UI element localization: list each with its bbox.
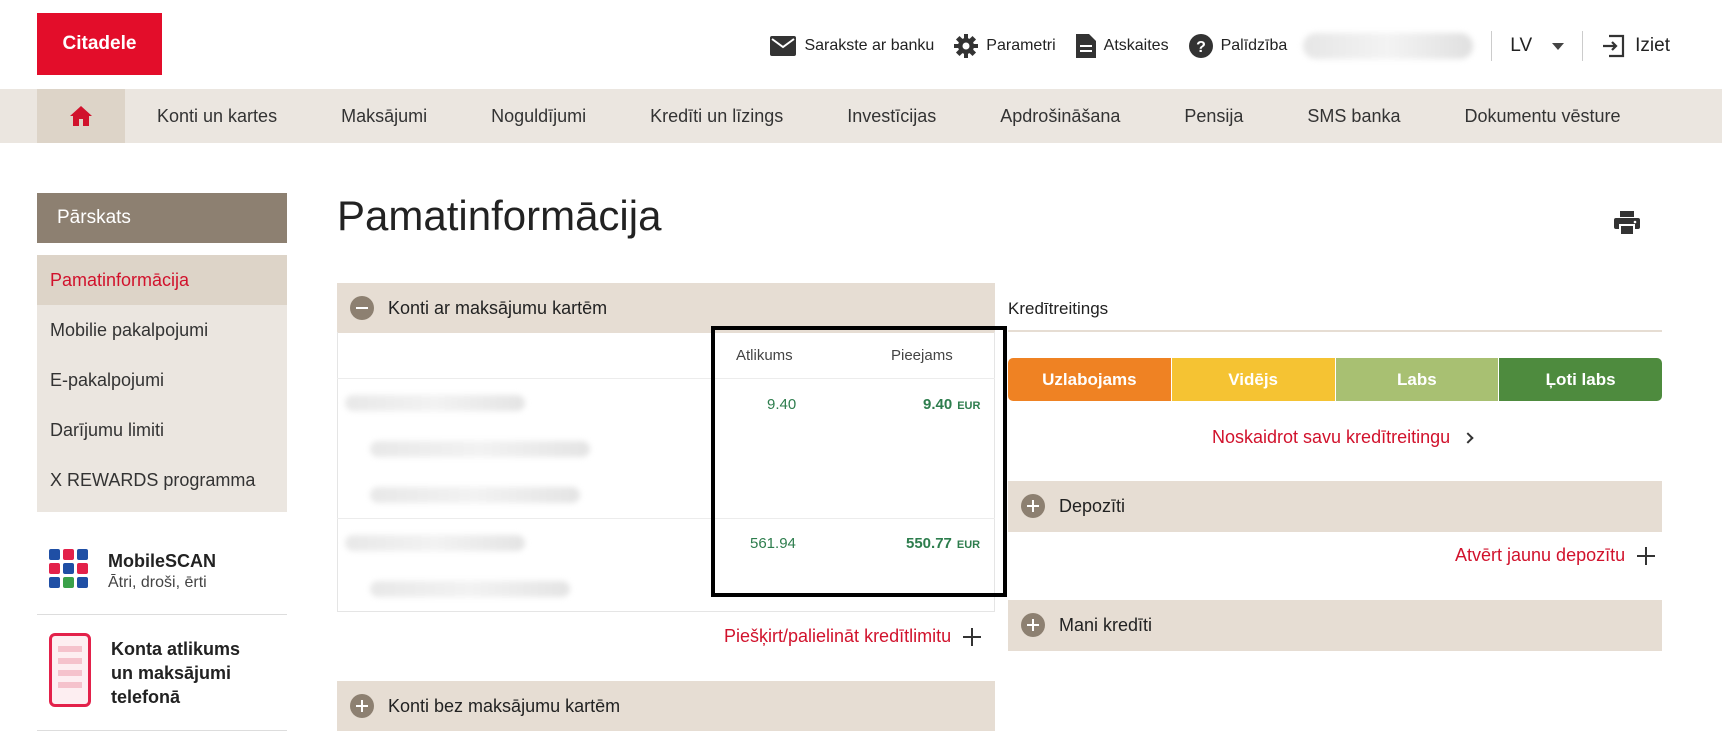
check-rating-label: Noskaidrot savu kredītreitingu [1212, 427, 1451, 447]
rating-level-good: Labs [1335, 358, 1500, 401]
expand-icon [1021, 494, 1045, 518]
loans-divider [1008, 650, 1662, 651]
loans-title: Mani kredīti [1059, 614, 1153, 635]
nav-item-loans-leasing[interactable]: Kredīti un līzings [618, 106, 815, 127]
settings-link[interactable]: Parametri [954, 34, 1056, 58]
mobilescan-subtitle: Ātri, droši, ērti [108, 574, 207, 591]
card-number-blurred [370, 487, 580, 503]
credit-limit-label: Piešķirt/palielināt kredītlimitu [724, 626, 952, 646]
language-value: LV [1510, 35, 1533, 56]
logout-icon [1603, 34, 1625, 58]
plus-icon [1637, 546, 1656, 565]
language-select[interactable]: LV [1510, 35, 1565, 57]
citadele-logo[interactable]: Citadele [37, 13, 162, 75]
sidebar-item-x-rewards[interactable]: X REWARDS programma [37, 455, 287, 505]
nav-item-investments[interactable]: Investīcijas [815, 106, 968, 127]
nav-item-sms-bank[interactable]: SMS banka [1275, 106, 1432, 127]
rating-level-improvable: Uzlabojams [1008, 358, 1172, 401]
logout-label: Iziet [1635, 35, 1670, 56]
divider [1491, 31, 1493, 61]
print-button[interactable] [1614, 211, 1640, 240]
page-title: Pamatinformācija [337, 192, 662, 239]
promo-mobilescan[interactable]: MobileSCAN Ātri, droši, ērti [37, 533, 287, 615]
help-icon: ? [1188, 34, 1213, 58]
account-number-blurred [345, 535, 525, 551]
gear-icon [954, 34, 979, 58]
nav-item-payments[interactable]: Maksājumi [309, 106, 459, 127]
print-icon [1614, 211, 1640, 236]
nav-home[interactable] [37, 89, 125, 143]
logout-button[interactable]: Iziet [1601, 34, 1670, 58]
mobilescan-title: MobileSCAN [108, 551, 216, 571]
phone-promo-title: Konta atlikums un maksājumi telefonā [111, 637, 240, 709]
chevron-down-icon [1552, 42, 1565, 50]
svg-text:?: ? [1196, 39, 1206, 56]
messages-link[interactable]: Sarakste ar banku [770, 36, 934, 56]
credit-rating-divider [1008, 330, 1662, 332]
sidebar-item-transaction-limits[interactable]: Darījumu limiti [37, 405, 287, 455]
chevron-right-icon [1462, 431, 1474, 444]
help-link[interactable]: ? Palīdzība [1188, 34, 1288, 58]
nav-item-accounts-cards[interactable]: Konti un kartes [125, 106, 309, 127]
nav-item-insurance[interactable]: Apdrošināšana [968, 106, 1152, 127]
deposits-divider [1008, 531, 1662, 532]
nav-item-deposits[interactable]: Noguldījumi [459, 106, 618, 127]
nav-items: Konti un kartes Maksājumi Noguldījumi Kr… [125, 89, 1653, 143]
promo-phone-balance[interactable]: Konta atlikums un maksājumi telefonā [37, 617, 287, 731]
sidebar-item-e-services[interactable]: E-pakalpojumi [37, 355, 287, 405]
expand-icon [1021, 613, 1045, 637]
deposits-header[interactable]: Depozīti [1008, 481, 1662, 531]
deposits-title: Depozīti [1059, 495, 1126, 516]
sidebar-item-mobile-services[interactable]: Mobilie pakalpojumi [37, 305, 287, 355]
user-name-blurred [1303, 33, 1474, 59]
loans-header[interactable]: Mani kredīti [1008, 600, 1662, 650]
credit-rating-scale: Uzlabojams Vidējs Labs Ļoti labs [1008, 358, 1662, 401]
main-nav: Konti un kartes Maksājumi Noguldījumi Kr… [0, 89, 1722, 143]
card-number-blurred [370, 441, 590, 457]
rating-level-average: Vidējs [1171, 358, 1336, 401]
help-label: Palīdzība [1220, 37, 1288, 54]
accounts-without-cards-title: Konti bez maksājumu kartēm [388, 695, 621, 716]
nav-item-pension[interactable]: Pensija [1152, 106, 1275, 127]
open-deposit-link[interactable]: Atvērt jaunu depozītu [1455, 545, 1656, 566]
accounts-without-cards-header[interactable]: Konti bez maksājumu kartēm [337, 681, 995, 731]
divider [1582, 31, 1584, 61]
reports-link[interactable]: Atskaites [1075, 34, 1169, 58]
document-icon [1075, 34, 1096, 58]
home-icon [70, 106, 92, 126]
plus-icon [963, 627, 982, 646]
account-number-blurred [345, 395, 525, 411]
credit-rating-label: Kredītreitings [1008, 299, 1109, 318]
card-number-blurred [370, 581, 570, 597]
envelope-icon [770, 36, 797, 56]
highlight-box [711, 326, 1007, 597]
mobilescan-icon [49, 549, 88, 588]
nav-item-document-history[interactable]: Dokumentu vēsture [1432, 106, 1652, 127]
phone-promo-line: Konta atlikums [111, 639, 241, 659]
settings-label: Parametri [986, 37, 1056, 54]
messages-label: Sarakste ar banku [804, 37, 935, 54]
sidebar-item-basic-info[interactable]: Pamatinformācija [37, 255, 287, 305]
reports-label: Atskaites [1103, 37, 1169, 54]
sidebar-menu: Pamatinformācija Mobilie pakalpojumi E-p… [37, 255, 287, 512]
phone-promo-line: telefonā [111, 687, 181, 707]
expand-icon [350, 694, 374, 718]
rating-level-very-good: Ļoti labs [1499, 358, 1662, 401]
phone-promo-line: un maksājumi [111, 663, 232, 683]
open-deposit-label: Atvērt jaunu depozītu [1455, 545, 1626, 565]
accounts-with-cards-title: Konti ar maksājumu kartēm [388, 297, 608, 318]
credit-limit-link[interactable]: Piešķirt/palielināt kredītlimitu [724, 626, 982, 647]
phone-icon [49, 633, 91, 707]
top-links: Sarakste ar banku Parametri Atskaites ? … [750, 30, 1670, 62]
collapse-icon [350, 296, 374, 320]
sidebar-header: Pārskats [37, 193, 287, 243]
check-credit-rating-link[interactable]: Noskaidrot savu kredītreitingu [1212, 427, 1474, 448]
